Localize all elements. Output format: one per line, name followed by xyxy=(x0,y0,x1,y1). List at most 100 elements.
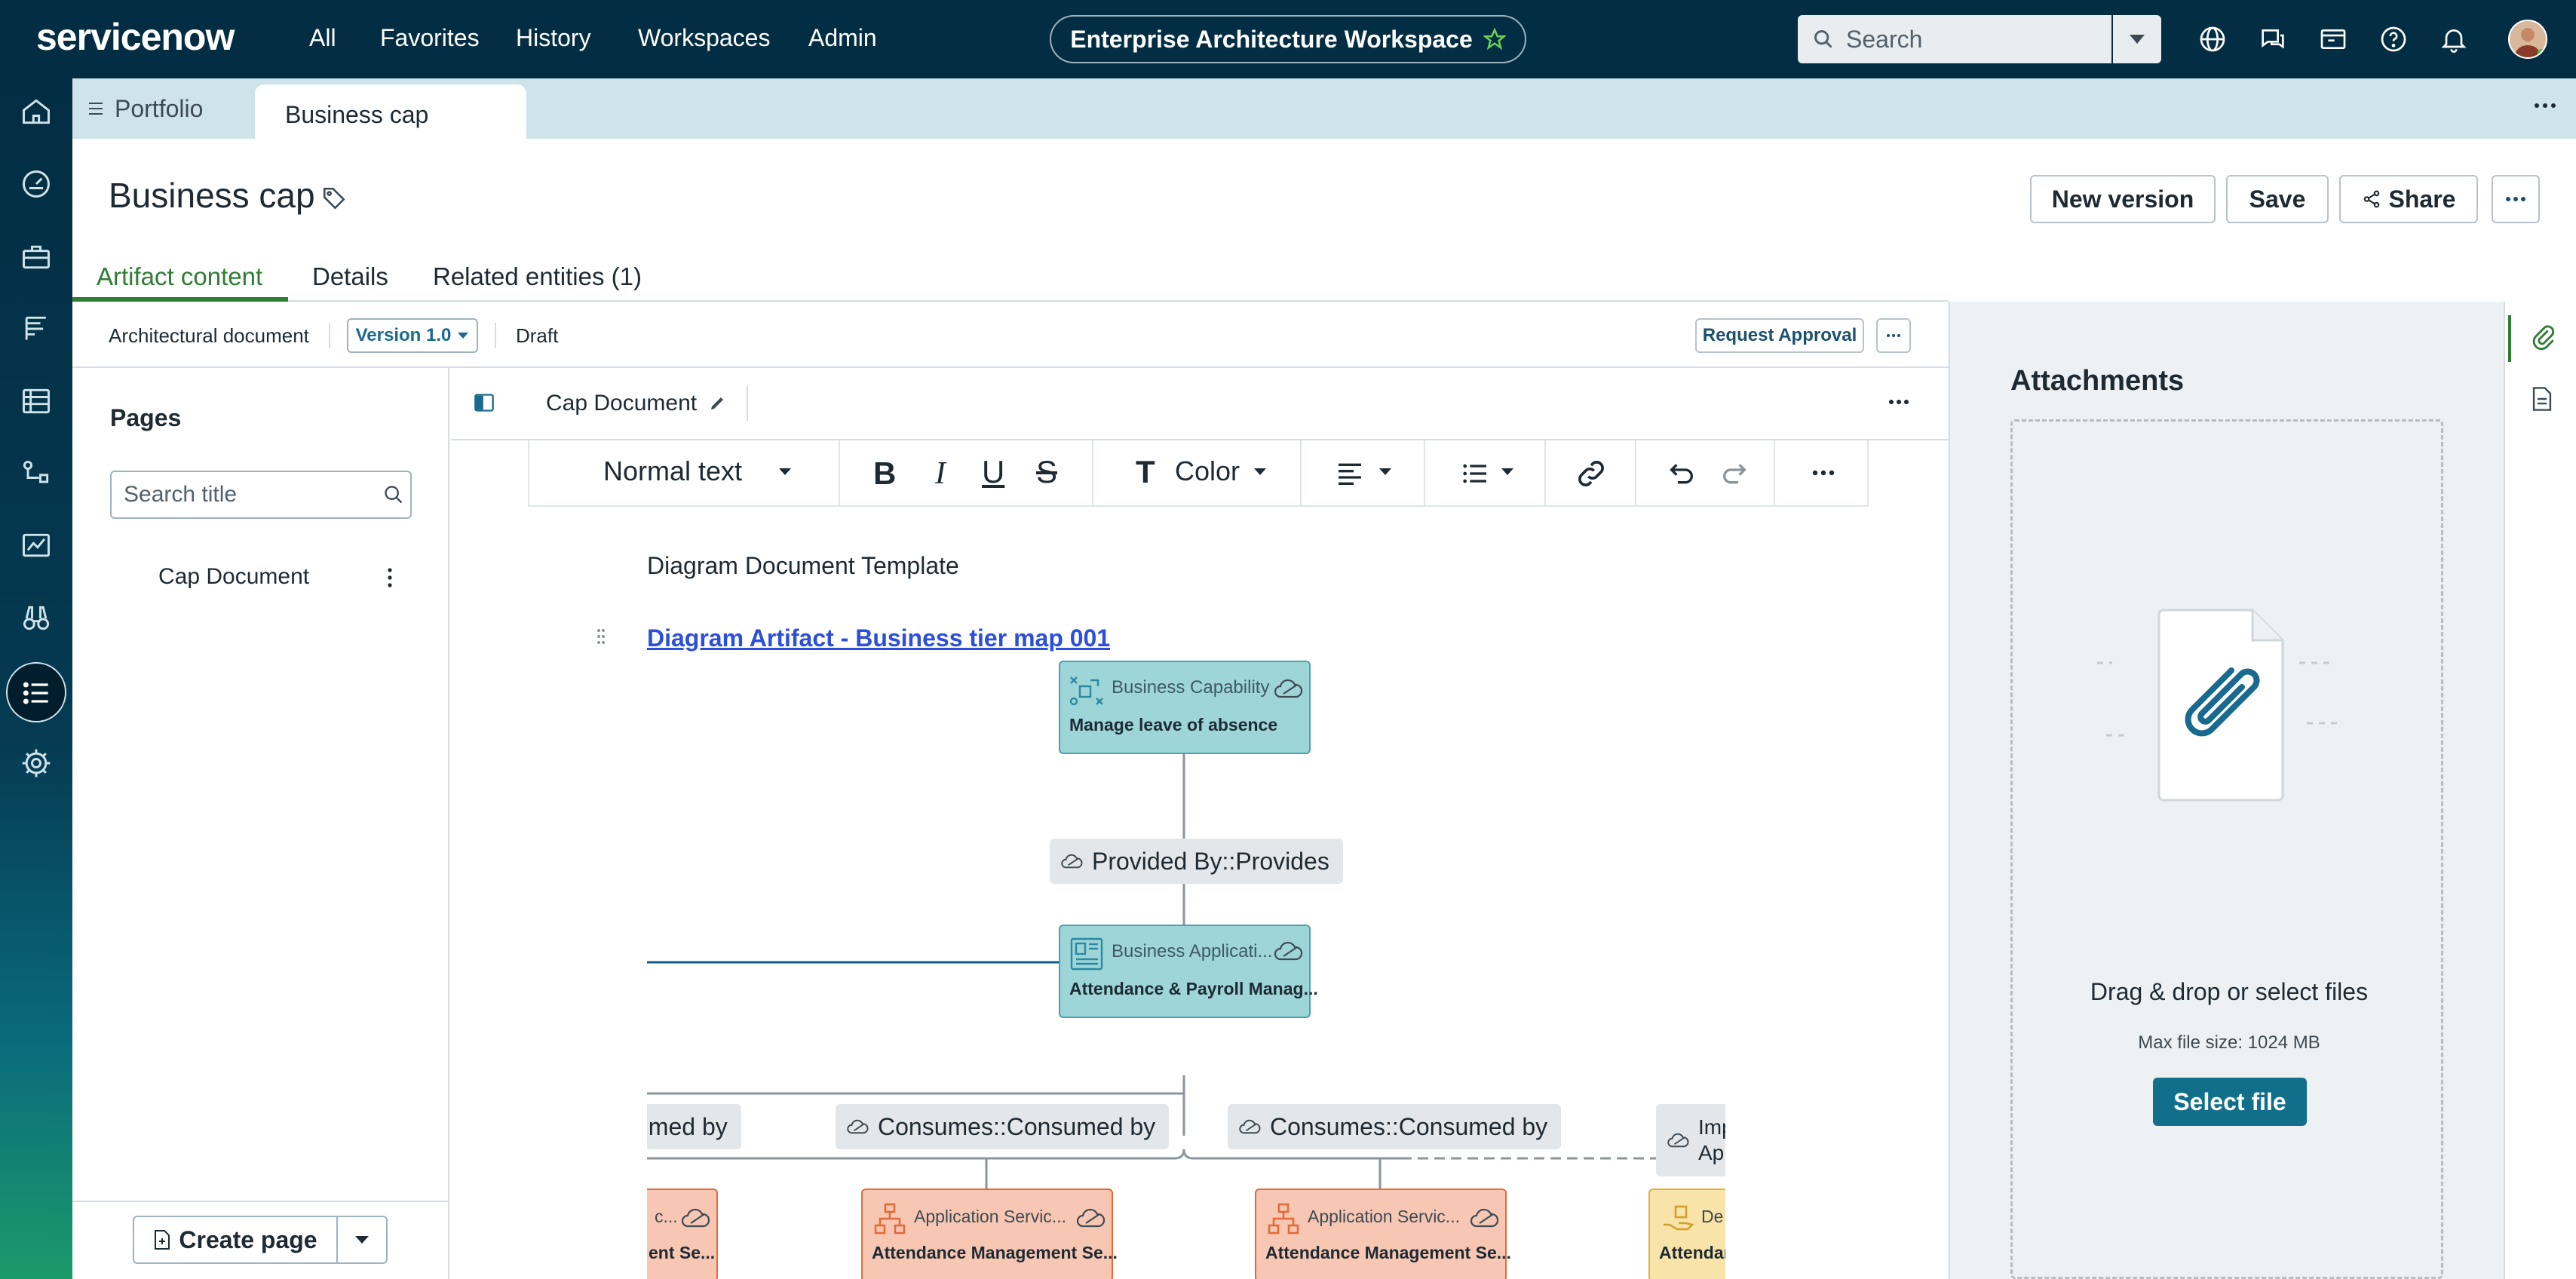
hand-icon xyxy=(1661,1202,1694,1235)
color-label: Color xyxy=(1175,455,1240,486)
rich-text-toolbar: Normal text B I U S T Color xyxy=(528,440,1869,507)
link-icon[interactable] xyxy=(1575,457,1608,490)
bold-icon[interactable]: B xyxy=(873,455,896,492)
undo-icon[interactable] xyxy=(1667,459,1697,489)
more-horizontal-icon xyxy=(2504,195,2527,203)
tab-related-entities[interactable]: Related entities (1) xyxy=(433,262,642,291)
docbar-more-button[interactable] xyxy=(1876,318,1911,353)
tab-artifact-content[interactable]: Artifact content xyxy=(97,262,262,291)
tab-details[interactable]: Details xyxy=(312,262,388,291)
italic-icon[interactable]: I xyxy=(935,455,946,492)
settings-gear-icon[interactable] xyxy=(20,747,53,780)
diagram-artifact-link[interactable]: Diagram Artifact - Business tier map 001 xyxy=(647,624,1110,652)
nav-favorites[interactable]: Favorites xyxy=(380,24,480,52)
file-dropzone[interactable]: Drag & drop or select files Max file siz… xyxy=(2010,419,2443,1279)
hamburger-icon[interactable] xyxy=(87,100,104,117)
text-style-dropdown[interactable]: Normal text xyxy=(603,455,742,487)
star-icon[interactable] xyxy=(1483,28,1506,51)
dashboard-icon[interactable] xyxy=(20,167,53,201)
underline-icon[interactable]: U xyxy=(982,454,1004,490)
paperclip-icon[interactable] xyxy=(2531,324,2556,350)
relationship-label[interactable]: umed by xyxy=(647,1104,741,1149)
request-approval-button[interactable]: Request Approval xyxy=(1695,318,1864,353)
servicenow-logo[interactable]: servicenow xyxy=(36,15,235,59)
relationship-label[interactable]: Provided By::Provides xyxy=(1050,839,1343,884)
user-avatar[interactable] xyxy=(2508,20,2547,59)
drag-handle-icon[interactable] xyxy=(596,627,606,646)
divider xyxy=(495,323,496,348)
cloud-icon xyxy=(1075,1207,1106,1229)
tag-icon[interactable] xyxy=(321,186,347,211)
help-icon[interactable] xyxy=(2378,24,2409,54)
rail-active-indicator xyxy=(2508,315,2511,362)
create-page-dropdown[interactable] xyxy=(338,1216,388,1264)
deployment-node[interactable]: De Attendar xyxy=(1648,1189,1725,1279)
application-type: Business Applicati... xyxy=(1112,941,1273,962)
relationship-text: Imp xyxy=(1698,1115,1725,1139)
template-heading: Diagram Document Template xyxy=(647,552,959,579)
briefcase-icon[interactable] xyxy=(20,240,53,273)
workspace-name: Enterprise Architecture Workspace xyxy=(1070,25,1473,53)
globe-icon[interactable] xyxy=(2197,24,2228,54)
more-icon[interactable] xyxy=(2532,98,2558,113)
nav-history[interactable]: History xyxy=(516,24,591,52)
divider xyxy=(1544,440,1546,505)
chat-icon[interactable] xyxy=(2258,24,2288,54)
binoculars-icon[interactable] xyxy=(20,602,53,635)
bell-icon[interactable] xyxy=(2439,24,2469,54)
caret-down-icon xyxy=(354,1235,370,1244)
service-icon xyxy=(1267,1202,1300,1235)
nav-all[interactable]: All xyxy=(309,24,336,52)
pencil-icon[interactable] xyxy=(709,394,727,412)
nav-admin[interactable]: Admin xyxy=(808,24,877,52)
architecture-diagram: Business Capability Manage leave of abse… xyxy=(647,661,1725,1279)
tab-business-cap[interactable]: Business cap xyxy=(255,84,526,145)
text-color-icon[interactable]: T xyxy=(1136,454,1155,490)
version-dropdown[interactable]: Version 1.0 xyxy=(347,318,478,353)
header-more-button[interactable] xyxy=(2492,175,2540,223)
page-item-cap-document[interactable]: Cap Document xyxy=(158,564,309,590)
global-search-input[interactable]: Search xyxy=(1798,15,2111,63)
cloud-icon xyxy=(1060,852,1083,870)
cloud-icon xyxy=(1273,677,1303,700)
home-icon[interactable] xyxy=(20,95,53,128)
color-dropdown[interactable]: Color xyxy=(1175,455,1240,487)
reports-icon[interactable] xyxy=(20,312,53,345)
document-icon[interactable] xyxy=(2531,386,2553,412)
align-left-icon[interactable] xyxy=(1335,459,1365,489)
share-button[interactable]: Share xyxy=(2339,175,2478,223)
application-service-node[interactable]: Application Servic... Attendance Managem… xyxy=(1255,1189,1511,1279)
redo-icon[interactable] xyxy=(1719,459,1750,489)
relationship-label[interactable]: Imp Ap xyxy=(1656,1104,1725,1176)
tab-portfolio-label: Portfolio xyxy=(115,94,204,122)
bullet-list-icon[interactable] xyxy=(1460,459,1490,489)
search-title-input[interactable]: Search title xyxy=(110,471,412,519)
business-application-node[interactable]: Business Applicati... Attendance & Payro… xyxy=(1059,925,1318,1018)
capability-node[interactable]: Business Capability Manage leave of abse… xyxy=(1059,661,1311,754)
nav-workspaces[interactable]: Workspaces xyxy=(638,24,770,52)
flow-icon[interactable] xyxy=(20,457,53,490)
chevron-down-icon xyxy=(1253,468,1267,477)
analytics-icon[interactable] xyxy=(20,529,53,563)
list-view-icon[interactable] xyxy=(20,385,53,418)
relationship-text: Consumes::Consumed by xyxy=(878,1112,1156,1140)
document-editor: Cap Document Normal text B I U S T Color… xyxy=(451,368,1949,1279)
search-scope-dropdown[interactable] xyxy=(2113,15,2161,63)
panel-toggle-icon[interactable] xyxy=(474,392,495,413)
workspace-pill[interactable]: Enterprise Architecture Workspace xyxy=(1050,15,1526,63)
new-version-button[interactable]: New version xyxy=(2030,175,2216,223)
menu-list-active[interactable] xyxy=(6,662,66,722)
relationship-label[interactable]: Consumes::Consumed by xyxy=(836,1104,1170,1149)
save-button[interactable]: Save xyxy=(2226,175,2329,223)
tab-portfolio[interactable]: Portfolio xyxy=(87,78,203,139)
relationship-label[interactable]: Consumes::Consumed by xyxy=(1228,1104,1562,1149)
strikethrough-icon[interactable]: S xyxy=(1036,454,1057,490)
workspace-icon[interactable] xyxy=(2318,24,2348,54)
application-service-node[interactable]: c... ent Se... xyxy=(647,1189,718,1279)
editor-more-icon[interactable] xyxy=(1888,398,1909,406)
select-file-button[interactable]: Select file xyxy=(2153,1078,2307,1126)
application-service-node[interactable]: Application Servic... Attendance Managem… xyxy=(861,1189,1118,1279)
create-page-button[interactable]: Create page xyxy=(133,1216,338,1264)
toolbar-more-icon[interactable] xyxy=(1811,469,1835,477)
kebab-menu-icon[interactable] xyxy=(386,567,394,588)
